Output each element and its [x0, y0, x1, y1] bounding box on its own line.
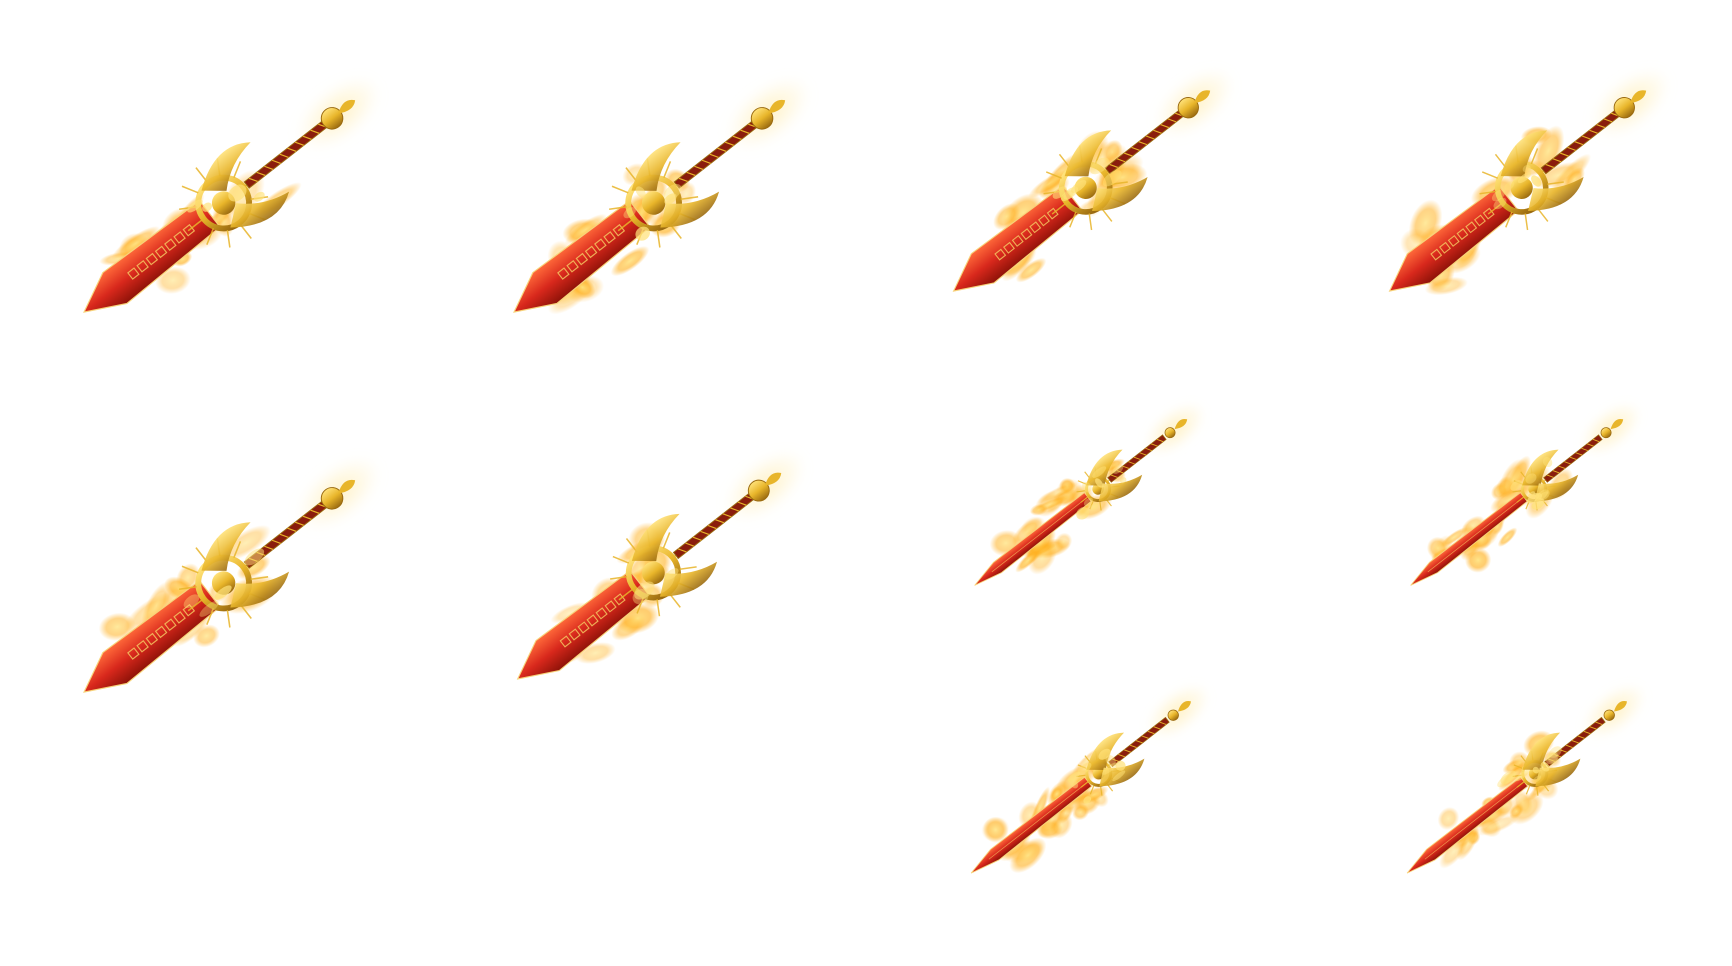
sword-sprite-7: [860, 360, 1295, 650]
sword-sprite-8: [1295, 360, 1732, 650]
sprite-sheet: [0, 0, 1732, 966]
sword-sprite-9: [860, 640, 1295, 940]
sword-frame-8-art: [1410, 402, 1642, 586]
sword-sprite-2: [430, 0, 860, 400]
sword-frame-9-art: [970, 683, 1210, 874]
sword-frame-1-art: [83, 77, 380, 313]
sword-sprite-1: [0, 0, 430, 400]
sword-sprite-3: [860, 0, 1295, 370]
sword-frame-4-art: [1388, 68, 1670, 296]
sword-sprite-6: [430, 380, 860, 760]
sword-frame-7-art: [974, 402, 1206, 586]
sword-frame-5-art: [83, 457, 380, 693]
sword-frame-6-art: [516, 450, 806, 680]
sword-frame-2-art: [513, 77, 810, 315]
sword-frame-10-art: [1406, 683, 1646, 874]
sword-frame-3-art: [952, 68, 1234, 292]
sword-sprite-10: [1295, 640, 1732, 940]
sword-sprite-5: [0, 380, 430, 780]
sword-sprite-4: [1295, 0, 1732, 370]
